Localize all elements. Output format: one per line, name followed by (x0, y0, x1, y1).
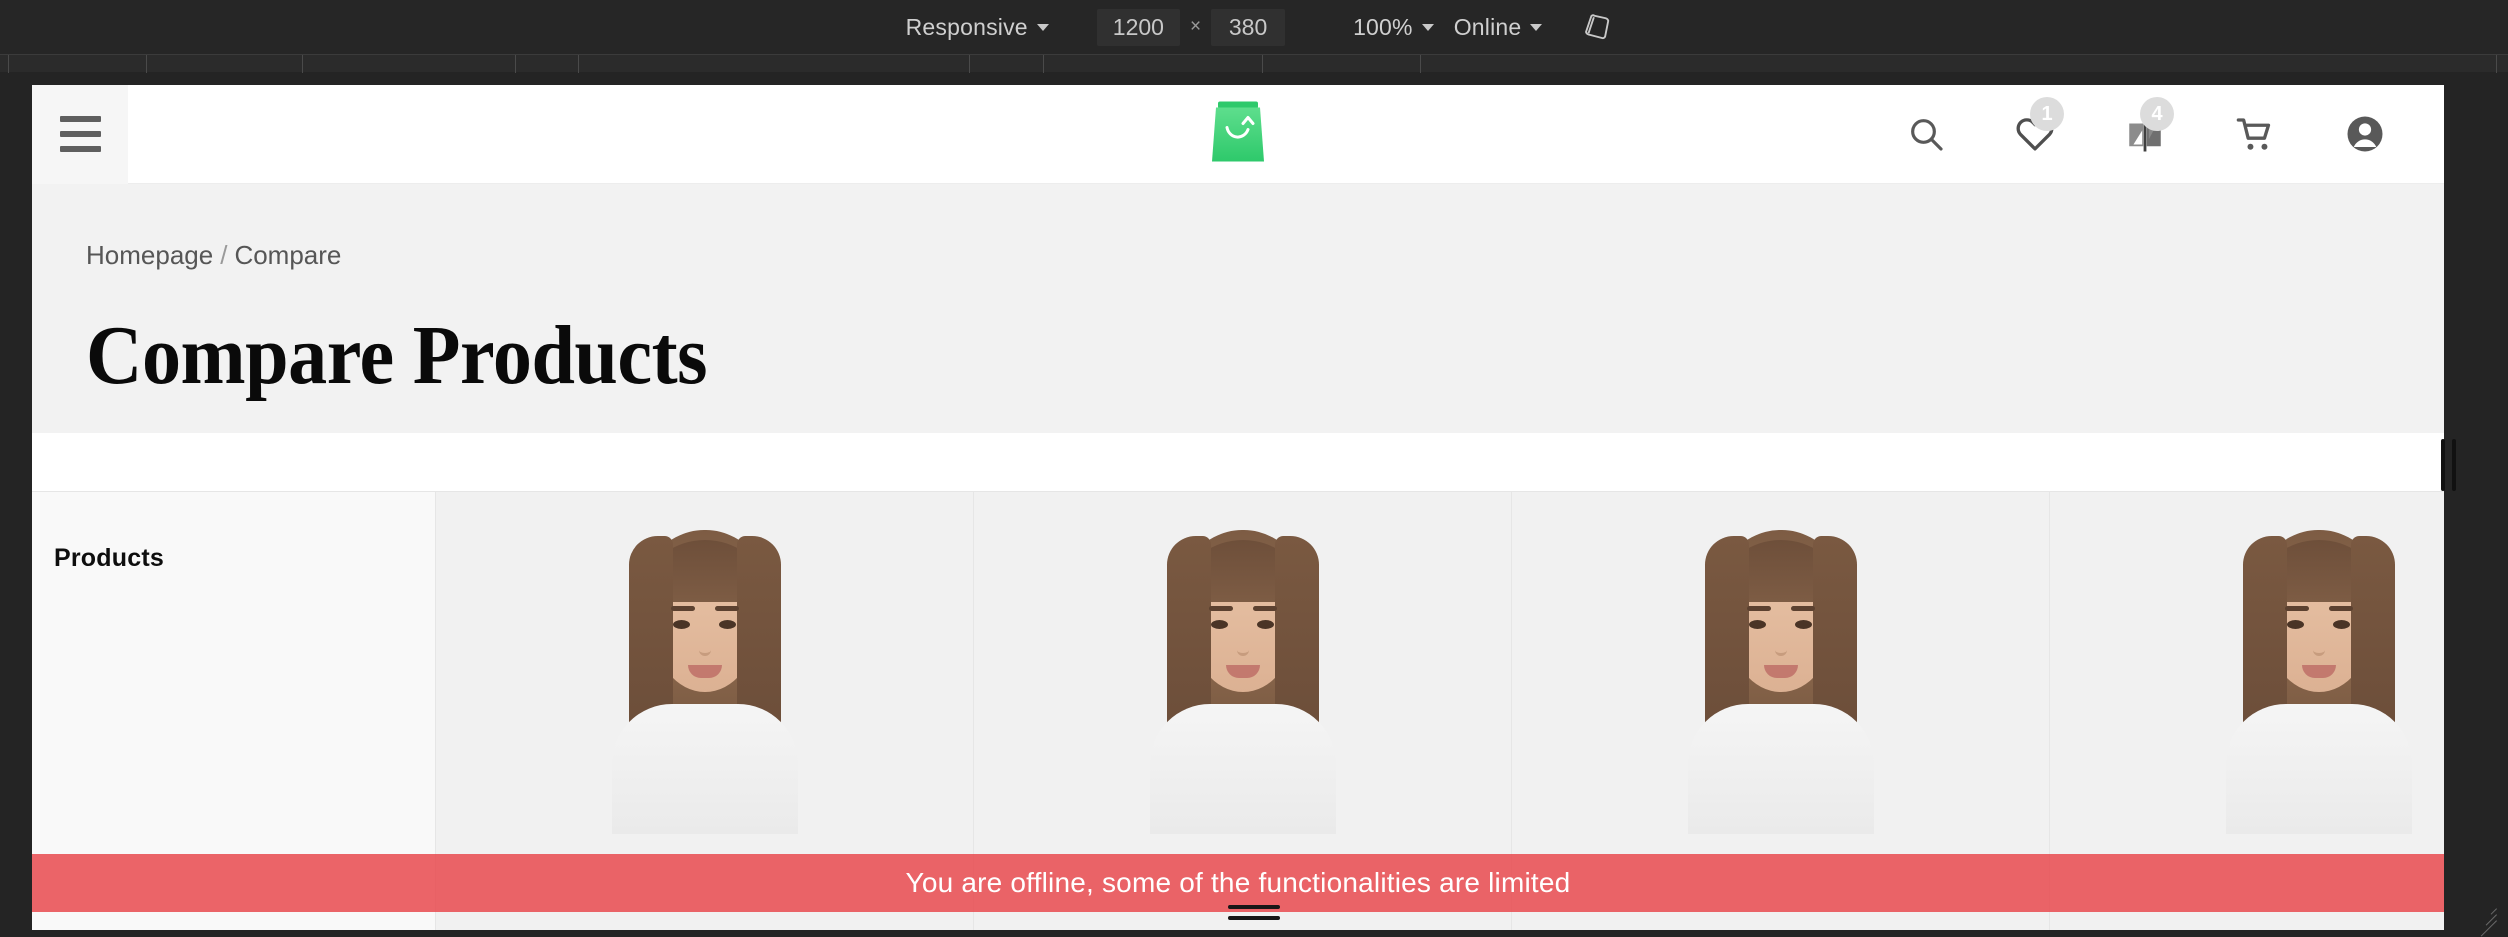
page-title: Compare Products (86, 314, 2229, 398)
devtools-device-toolbar: Responsive 1200 × 380 100% Online (0, 0, 2508, 54)
breadcrumb-home-link[interactable]: Homepage (86, 240, 213, 270)
viewport-width-input[interactable]: 1200 (1097, 9, 1180, 46)
account-icon[interactable] (2344, 113, 2386, 155)
wishlist-badge: 1 (2030, 97, 2064, 131)
chevron-down-icon (1530, 24, 1542, 31)
rotate-device-icon[interactable] (1582, 12, 1612, 42)
content-spacer-band (32, 433, 2444, 491)
breadcrumb-current: Compare (234, 240, 341, 270)
compare-row-label: Products (54, 544, 435, 573)
model-photo-4 (2204, 492, 2434, 822)
compare-badge: 4 (2140, 97, 2174, 131)
throttling-label: Online (1454, 14, 1522, 41)
viewport-dimensions-group: 1200 × 380 (1093, 9, 1289, 46)
zoom-select[interactable]: 100% (1343, 10, 1444, 45)
device-preset-select[interactable]: Responsive (896, 10, 1059, 45)
shopping-cart-icon[interactable] (2234, 113, 2276, 155)
compare-icon[interactable]: 4 (2124, 113, 2166, 155)
viewport-resize-handle-bottom[interactable] (1228, 905, 1280, 920)
breadcrumb-separator: / (220, 240, 227, 270)
chevron-down-icon (1037, 24, 1049, 31)
viewport-ruler (0, 54, 2508, 72)
zoom-label: 100% (1353, 14, 1413, 41)
header-icon-group: 1 4 (1906, 113, 2386, 155)
wishlist-heart-icon[interactable]: 1 (2014, 113, 2056, 155)
hamburger-menu-icon[interactable] (32, 85, 128, 184)
dimension-separator: × (1184, 16, 1207, 38)
model-photo-1 (590, 492, 820, 822)
page-hero: Homepage/Compare Compare Products (32, 184, 2444, 433)
breadcrumb: Homepage/Compare (86, 240, 2390, 271)
search-icon[interactable] (1906, 114, 1946, 154)
chevron-down-icon (1422, 24, 1434, 31)
device-preset-label: Responsive (906, 14, 1028, 41)
network-throttling-select[interactable]: Online (1444, 10, 1553, 45)
viewport-height-input[interactable]: 380 (1211, 9, 1285, 46)
site-header: 1 4 (32, 85, 2444, 184)
viewport-resize-handle-right[interactable] (2441, 439, 2456, 491)
offline-banner: You are offline, some of the functionali… (32, 854, 2444, 912)
model-photo-3 (1666, 492, 1896, 822)
offline-banner-message: You are offline, some of the functionali… (906, 867, 1571, 899)
model-photo-2 (1128, 492, 1358, 822)
window-resize-grip[interactable] (2472, 896, 2498, 922)
shopping-bag-logo[interactable] (1210, 100, 1266, 169)
page-viewport: 1 4 (32, 85, 2444, 930)
device-preset-group: Responsive (896, 10, 1059, 45)
